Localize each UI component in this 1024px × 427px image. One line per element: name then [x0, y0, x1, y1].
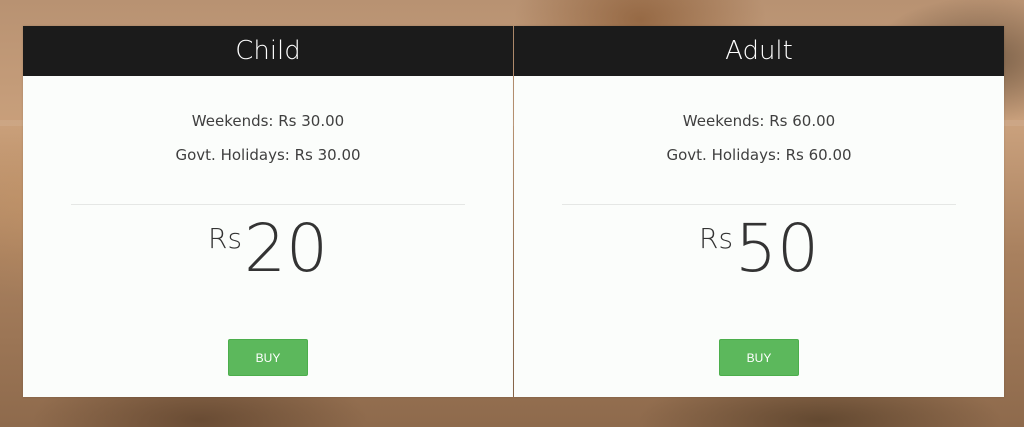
- currency-label: Rs: [207, 222, 243, 255]
- pricing-card-child: Child Weekends: Rs 30.00 Govt. Holidays:…: [23, 26, 513, 397]
- price-amount: 20: [244, 210, 329, 287]
- price: Rs 50: [514, 214, 1004, 282]
- holiday-price: Govt. Holidays: Rs 30.00: [175, 146, 361, 164]
- card-title: Child: [23, 26, 513, 76]
- weekend-price: Weekends: Rs 30.00: [191, 112, 345, 130]
- divider: [562, 204, 956, 205]
- pricing-card-adult: Adult Weekends: Rs 60.00 Govt. Holidays:…: [514, 26, 1004, 397]
- card-body: Weekends: Rs 30.00 Govt. Holidays: Rs 30…: [23, 76, 513, 397]
- buy-button-adult[interactable]: BUY: [719, 339, 799, 376]
- divider: [71, 204, 465, 205]
- price-amount: 50: [735, 210, 820, 287]
- buy-button-child[interactable]: BUY: [228, 339, 308, 376]
- pricing-section: Child Weekends: Rs 30.00 Govt. Holidays:…: [0, 0, 1024, 427]
- currency-label: Rs: [698, 222, 734, 255]
- card-title: Adult: [514, 26, 1004, 76]
- holiday-price: Govt. Holidays: Rs 60.00: [666, 146, 852, 164]
- price: Rs 20: [23, 214, 513, 282]
- card-body: Weekends: Rs 60.00 Govt. Holidays: Rs 60…: [514, 76, 1004, 397]
- weekend-price: Weekends: Rs 60.00: [682, 112, 836, 130]
